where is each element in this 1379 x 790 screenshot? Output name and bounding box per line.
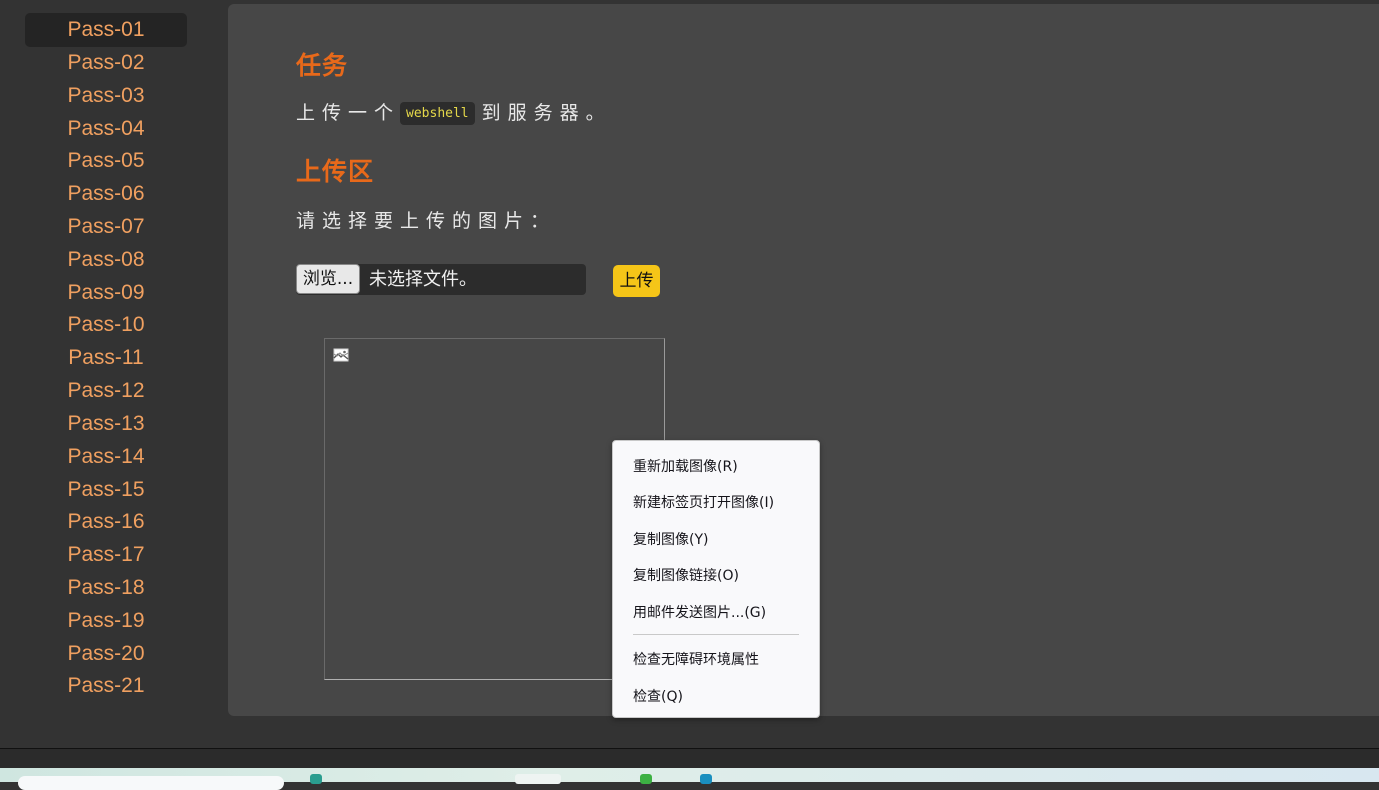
sidebar-item-pass-04[interactable]: Pass-04	[25, 112, 187, 146]
sidebar: Pass-01 Pass-02 Pass-03 Pass-04 Pass-05 …	[0, 0, 212, 748]
task-code: webshell	[400, 102, 475, 125]
sidebar-item-pass-09[interactable]: Pass-09	[25, 276, 187, 310]
sidebar-item-pass-03[interactable]: Pass-03	[25, 79, 187, 113]
sidebar-item-pass-20[interactable]: Pass-20	[25, 637, 187, 671]
sidebar-item-pass-02[interactable]: Pass-02	[25, 46, 187, 80]
upload-prompt: 请选择要上传的图片：	[296, 210, 557, 232]
menu-item-email-image[interactable]: 用邮件发送图片...(G)	[633, 602, 766, 622]
taskbar-search-box[interactable]	[18, 776, 284, 790]
browser-bottom-area	[0, 749, 1379, 768]
sidebar-item-pass-06[interactable]: Pass-06	[25, 177, 187, 211]
sidebar-item-pass-11[interactable]: Pass-11	[25, 341, 187, 375]
task-text-before: 上传一个	[296, 102, 401, 124]
task-heading: 任务	[296, 51, 349, 80]
broken-image-icon	[333, 348, 349, 362]
sidebar-item-pass-08[interactable]: Pass-08	[25, 243, 187, 277]
menu-item-copy-image[interactable]: 复制图像(Y)	[633, 529, 708, 549]
sidebar-item-pass-15[interactable]: Pass-15	[25, 473, 187, 507]
taskbar-app-icon[interactable]	[640, 774, 652, 784]
menu-item-copy-image-link[interactable]: 复制图像链接(O)	[633, 565, 739, 585]
sidebar-item-pass-14[interactable]: Pass-14	[25, 440, 187, 474]
menu-item-open-image-new-tab[interactable]: 新建标签页打开图像(I)	[633, 492, 774, 512]
sidebar-item-pass-12[interactable]: Pass-12	[25, 374, 187, 408]
sidebar-item-pass-19[interactable]: Pass-19	[25, 604, 187, 638]
sidebar-item-pass-18[interactable]: Pass-18	[25, 571, 187, 605]
file-input[interactable]: 浏览... 未选择文件。	[296, 264, 586, 295]
menu-item-inspect-accessibility[interactable]: 检查无障碍环境属性	[633, 649, 759, 669]
sidebar-item-pass-07[interactable]: Pass-07	[25, 210, 187, 244]
browse-button[interactable]: 浏览...	[296, 264, 360, 294]
sidebar-item-pass-13[interactable]: Pass-13	[25, 407, 187, 441]
sidebar-item-pass-10[interactable]: Pass-10	[25, 308, 187, 342]
taskbar	[0, 768, 1379, 790]
no-file-label: 未选择文件。	[369, 269, 477, 290]
sidebar-item-pass-17[interactable]: Pass-17	[25, 538, 187, 572]
sidebar-item-pass-01[interactable]: Pass-01	[25, 13, 187, 47]
upload-button[interactable]: 上传	[613, 265, 660, 297]
menu-item-inspect[interactable]: 检查(Q)	[633, 686, 683, 706]
taskbar-app-icon[interactable]	[515, 774, 561, 784]
taskbar-app-icon[interactable]	[700, 774, 712, 784]
upload-heading: 上传区	[296, 157, 375, 186]
task-text-after: 到服务器。	[481, 102, 612, 124]
taskbar-app-icon[interactable]	[310, 774, 322, 784]
context-menu: 重新加载图像(R) 新建标签页打开图像(I) 复制图像(Y) 复制图像链接(O)…	[612, 440, 820, 718]
sidebar-item-pass-21[interactable]: Pass-21	[25, 669, 187, 703]
task-description: 上传一个 webshell 到服务器。	[296, 98, 612, 125]
menu-separator	[633, 634, 799, 635]
menu-item-reload-image[interactable]: 重新加载图像(R)	[633, 456, 738, 476]
sidebar-item-pass-16[interactable]: Pass-16	[25, 505, 187, 539]
sidebar-item-pass-05[interactable]: Pass-05	[25, 144, 187, 178]
